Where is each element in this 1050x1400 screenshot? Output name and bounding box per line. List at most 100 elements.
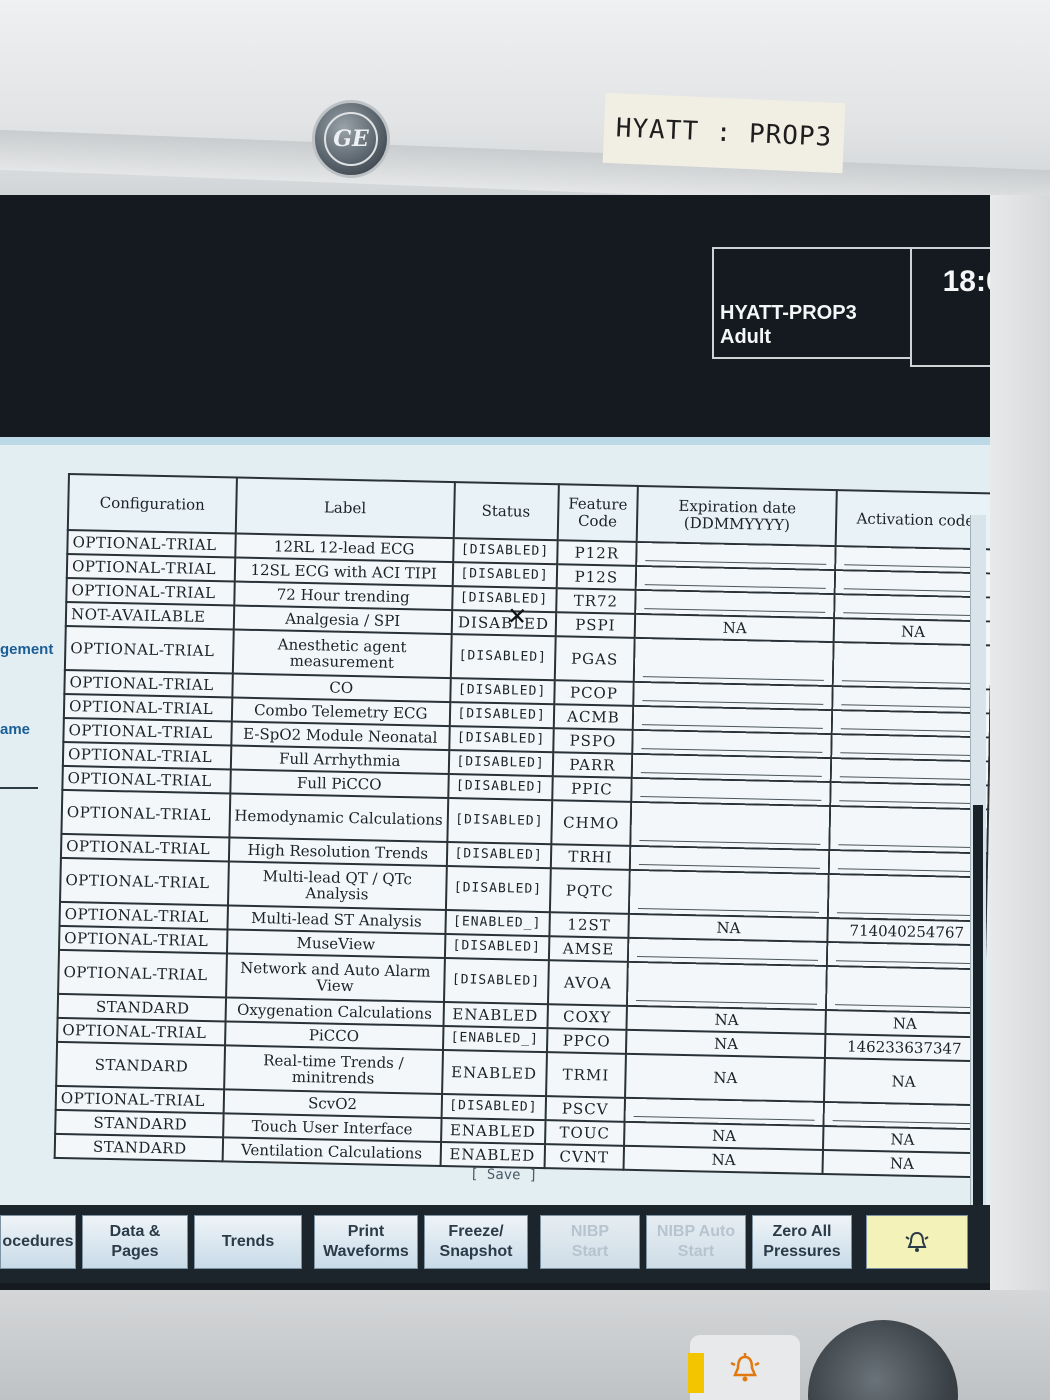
button-label: Freeze/Snapshot	[440, 1222, 513, 1262]
feature-code-cell: PQTC	[549, 868, 631, 914]
alarm-silence-button[interactable]	[866, 1215, 968, 1269]
expiration-cell[interactable]: NA	[625, 1053, 826, 1102]
feature-code-cell: TRMI	[545, 1052, 627, 1098]
button-label-line: Data &	[109, 1223, 161, 1240]
scrollbar-thumb[interactable]	[973, 805, 983, 1205]
config-cell: NOT-AVAILABLE	[65, 601, 235, 630]
entry-underline	[644, 608, 826, 613]
procedures-button[interactable]: ocedures	[0, 1215, 76, 1269]
trends-button[interactable]: Trends	[194, 1215, 302, 1269]
entry-underline	[836, 960, 976, 965]
logo-text: GE	[324, 112, 378, 166]
col-header-label: Label	[235, 477, 455, 539]
button-label-line: NIBP	[570, 1223, 610, 1240]
side-nav-item-management[interactable]: gement	[0, 641, 53, 658]
activation-cell[interactable]	[829, 850, 988, 878]
status-cell: [DISABLED]	[448, 726, 554, 753]
entry-underline	[839, 800, 980, 805]
table-scrollbar[interactable]	[970, 515, 986, 1205]
entry-underline	[641, 772, 823, 777]
config-cell: OPTIONAL-TRIAL	[66, 554, 236, 582]
expiration-cell[interactable]	[627, 961, 828, 1010]
patient-header[interactable]: HYATT-PROP3 Adult	[712, 247, 912, 359]
config-cell: OPTIONAL-TRIAL	[55, 1085, 224, 1114]
feature-code-cell: TOUC	[544, 1120, 625, 1146]
activation-cell[interactable]: 146233637347	[825, 1033, 984, 1062]
button-label-line: Waveforms	[323, 1243, 409, 1260]
alarm-led	[688, 1353, 704, 1393]
entry-underline	[835, 1004, 976, 1009]
activation-cell[interactable]	[827, 942, 986, 970]
activation-cell[interactable]: NA	[822, 1149, 981, 1178]
hardware-alarm-key[interactable]	[688, 1335, 800, 1400]
activation-cell[interactable]: 714040254767	[827, 918, 986, 946]
status-cell: ENABLED	[440, 1141, 545, 1169]
col-header-feature-code: Feature Code	[557, 484, 639, 542]
expiration-cell[interactable]	[635, 589, 836, 619]
entry-underline	[844, 588, 984, 593]
entry-underline	[841, 728, 981, 733]
activation-cell[interactable]	[826, 966, 985, 1014]
data-pages-button[interactable]: Data & Pages	[82, 1215, 188, 1269]
expiration-cell[interactable]	[630, 801, 831, 851]
activation-cell[interactable]	[831, 758, 990, 786]
status-cell: [DISABLED]	[444, 933, 549, 961]
ge-logo: GE	[312, 100, 390, 178]
activation-cell[interactable]	[834, 594, 990, 622]
feature-code-cell: TRHI	[550, 844, 631, 870]
col-header-expiration: Expiration date (DDMMYYYY)	[637, 485, 838, 547]
col-header-status: Status	[453, 482, 559, 541]
feature-code-cell: P12S	[556, 564, 637, 590]
activation-cell[interactable]	[830, 782, 989, 810]
nibp-start-button[interactable]: NIBP Start	[540, 1215, 640, 1269]
activation-cell[interactable]: NA	[824, 1057, 983, 1106]
entry-underline	[645, 560, 827, 565]
expiration-cell[interactable]	[629, 869, 830, 919]
unit-name: HYATT-PROP3	[720, 302, 857, 324]
feature-code-cell: PSPO	[552, 728, 634, 754]
activation-cell[interactable]: NA	[823, 1125, 982, 1154]
expiration-cell[interactable]	[624, 1097, 825, 1126]
side-nav-item-name[interactable]: ame	[0, 721, 30, 738]
button-label-line: Pressures	[763, 1243, 841, 1260]
entry-underline	[841, 704, 982, 709]
activation-cell[interactable]: NA	[825, 1009, 984, 1038]
feature-code-cell: AVOA	[547, 960, 629, 1006]
activation-cell[interactable]	[832, 686, 990, 714]
button-label-line: Print	[347, 1223, 385, 1240]
config-cell: OPTIONAL-TRIAL	[63, 717, 232, 746]
status-cell: [DISABLED]	[441, 1093, 546, 1121]
activation-cell[interactable]	[829, 806, 989, 854]
entry-underline	[838, 868, 978, 873]
cursor-x-icon: ✕	[506, 602, 528, 631]
status-cell: ENABLED	[443, 1001, 548, 1029]
col-header-configuration: Configuration	[67, 474, 237, 534]
button-label-line: Start	[571, 1243, 609, 1260]
status-cell: [DISABLED]	[446, 798, 552, 845]
activation-cell[interactable]	[831, 734, 990, 762]
config-cell: OPTIONAL-TRIAL	[57, 1017, 226, 1046]
activation-cell[interactable]	[823, 1101, 982, 1130]
config-cell: OPTIONAL-TRIAL	[59, 925, 228, 954]
expiration-cell[interactable]	[634, 637, 835, 687]
activation-cell[interactable]	[828, 874, 987, 922]
entry-underline	[642, 724, 824, 729]
config-cell: OPTIONAL-TRIAL	[60, 833, 230, 862]
activation-cell[interactable]: NA	[834, 618, 990, 646]
status-cell: [DISABLED]	[448, 750, 553, 777]
activation-cell[interactable]	[835, 546, 990, 574]
zero-all-pressures-button[interactable]: Zero All Pressures	[752, 1215, 852, 1269]
save-button[interactable]: [ Save ]	[470, 1166, 538, 1183]
activation-cell[interactable]	[835, 570, 990, 598]
nibp-auto-start-button[interactable]: NIBP Auto Start	[646, 1215, 746, 1269]
expiration-cell[interactable]: NA	[623, 1145, 824, 1174]
button-label-line: Pages	[111, 1243, 159, 1260]
print-waveforms-button[interactable]: Print Waveforms	[314, 1215, 418, 1269]
freeze-snapshot-button[interactable]: Freeze/Snapshot	[424, 1215, 528, 1269]
button-label-line: NIBP Auto	[656, 1223, 736, 1240]
activation-cell[interactable]	[833, 642, 990, 690]
label-cell: Real-time Trends / minitrends	[223, 1045, 443, 1094]
feature-code-cell: PSCV	[545, 1096, 626, 1122]
feature-code-cell: COXY	[547, 1004, 628, 1030]
activation-cell[interactable]	[832, 710, 990, 738]
